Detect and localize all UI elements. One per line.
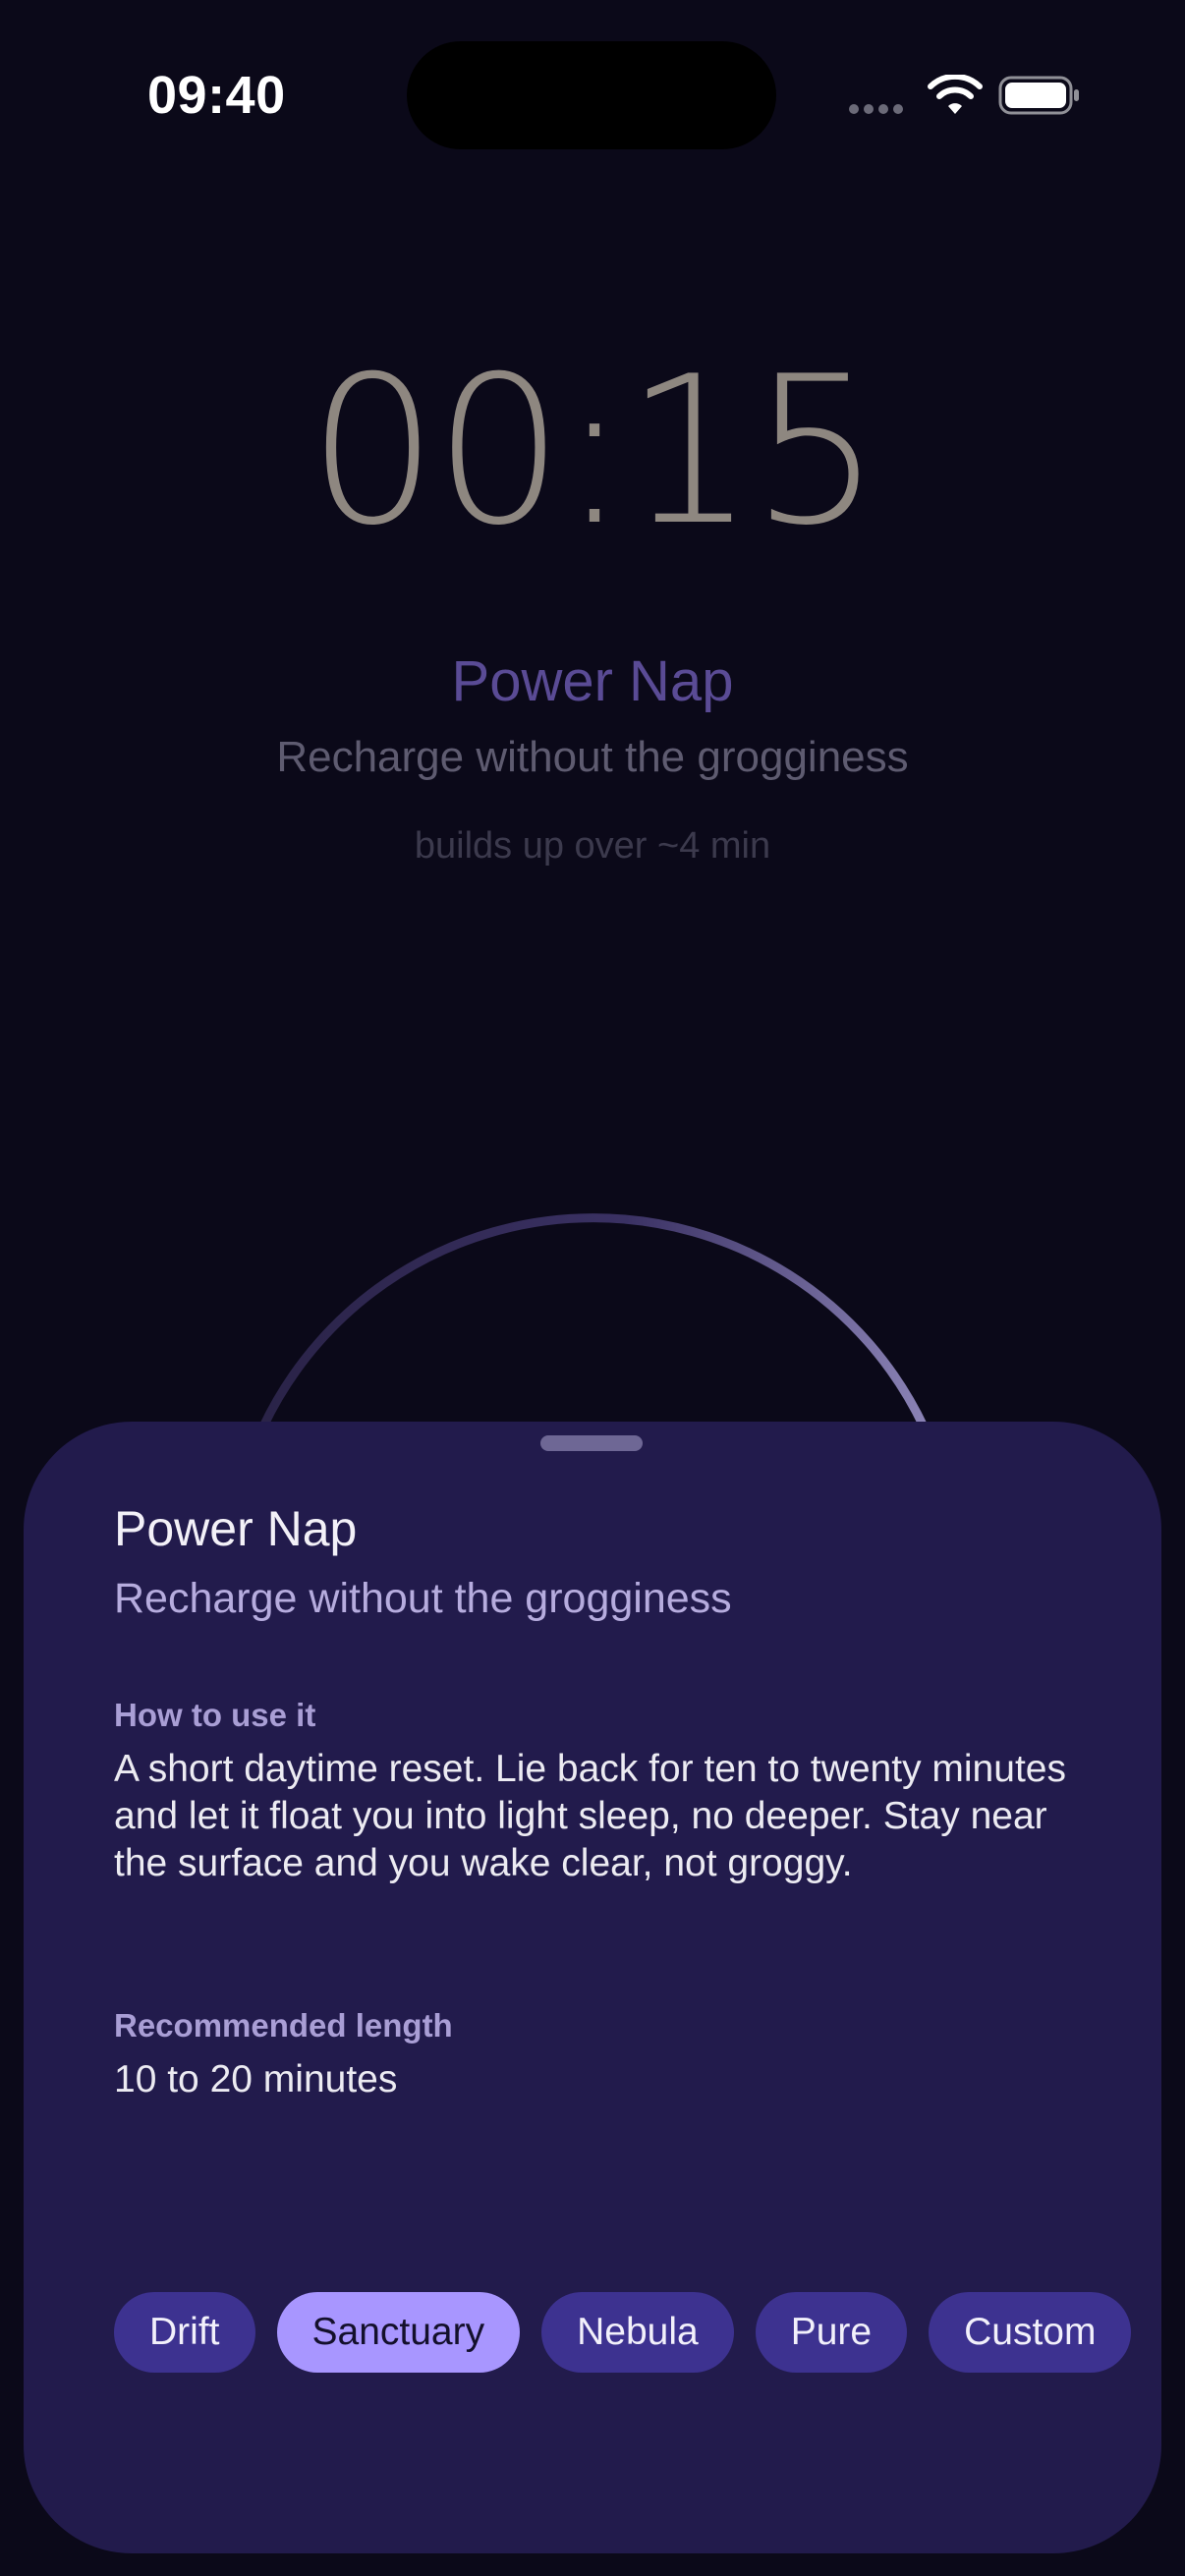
- chip-custom[interactable]: Custom: [929, 2292, 1132, 2373]
- buildup-hint: builds up over ~4 min: [414, 825, 771, 867]
- chip-sanctuary[interactable]: Sanctuary: [276, 2292, 521, 2373]
- how-to-use-label: How to use it: [114, 1697, 316, 1733]
- sheet-grabber[interactable]: [540, 1435, 643, 1451]
- chip-drift[interactable]: Drift: [114, 2292, 255, 2373]
- wifi-icon: [928, 75, 983, 114]
- status-time: 09:40: [147, 66, 286, 125]
- sheet-title: Power Nap: [114, 1501, 358, 1556]
- mode-subtitle: Recharge without the grogginess: [276, 733, 909, 781]
- cellular-signal-icon: [849, 104, 908, 116]
- mode-title: Power Nap: [451, 649, 734, 713]
- sound-chip-row[interactable]: Drift Sanctuary Nebula Pure Custom: [114, 2292, 1161, 2375]
- status-bar: 09:40: [0, 0, 1185, 187]
- how-to-use-text: A short daytime reset. Lie back for ten …: [114, 1748, 1066, 1884]
- recommended-length-value: 10 to 20 minutes: [114, 2058, 398, 2100]
- chip-pure[interactable]: Pure: [755, 2292, 908, 2373]
- countdown-timer: 00:15: [308, 333, 880, 571]
- battery-icon: [998, 76, 1079, 115]
- dynamic-island: [407, 41, 776, 149]
- mode-detail-sheet: Power Nap Recharge without the groggines…: [24, 1422, 1161, 2553]
- recommended-length-label: Recommended length: [114, 2007, 453, 2044]
- chip-nebula[interactable]: Nebula: [541, 2292, 734, 2373]
- sheet-subtitle: Recharge without the grogginess: [114, 1575, 732, 1622]
